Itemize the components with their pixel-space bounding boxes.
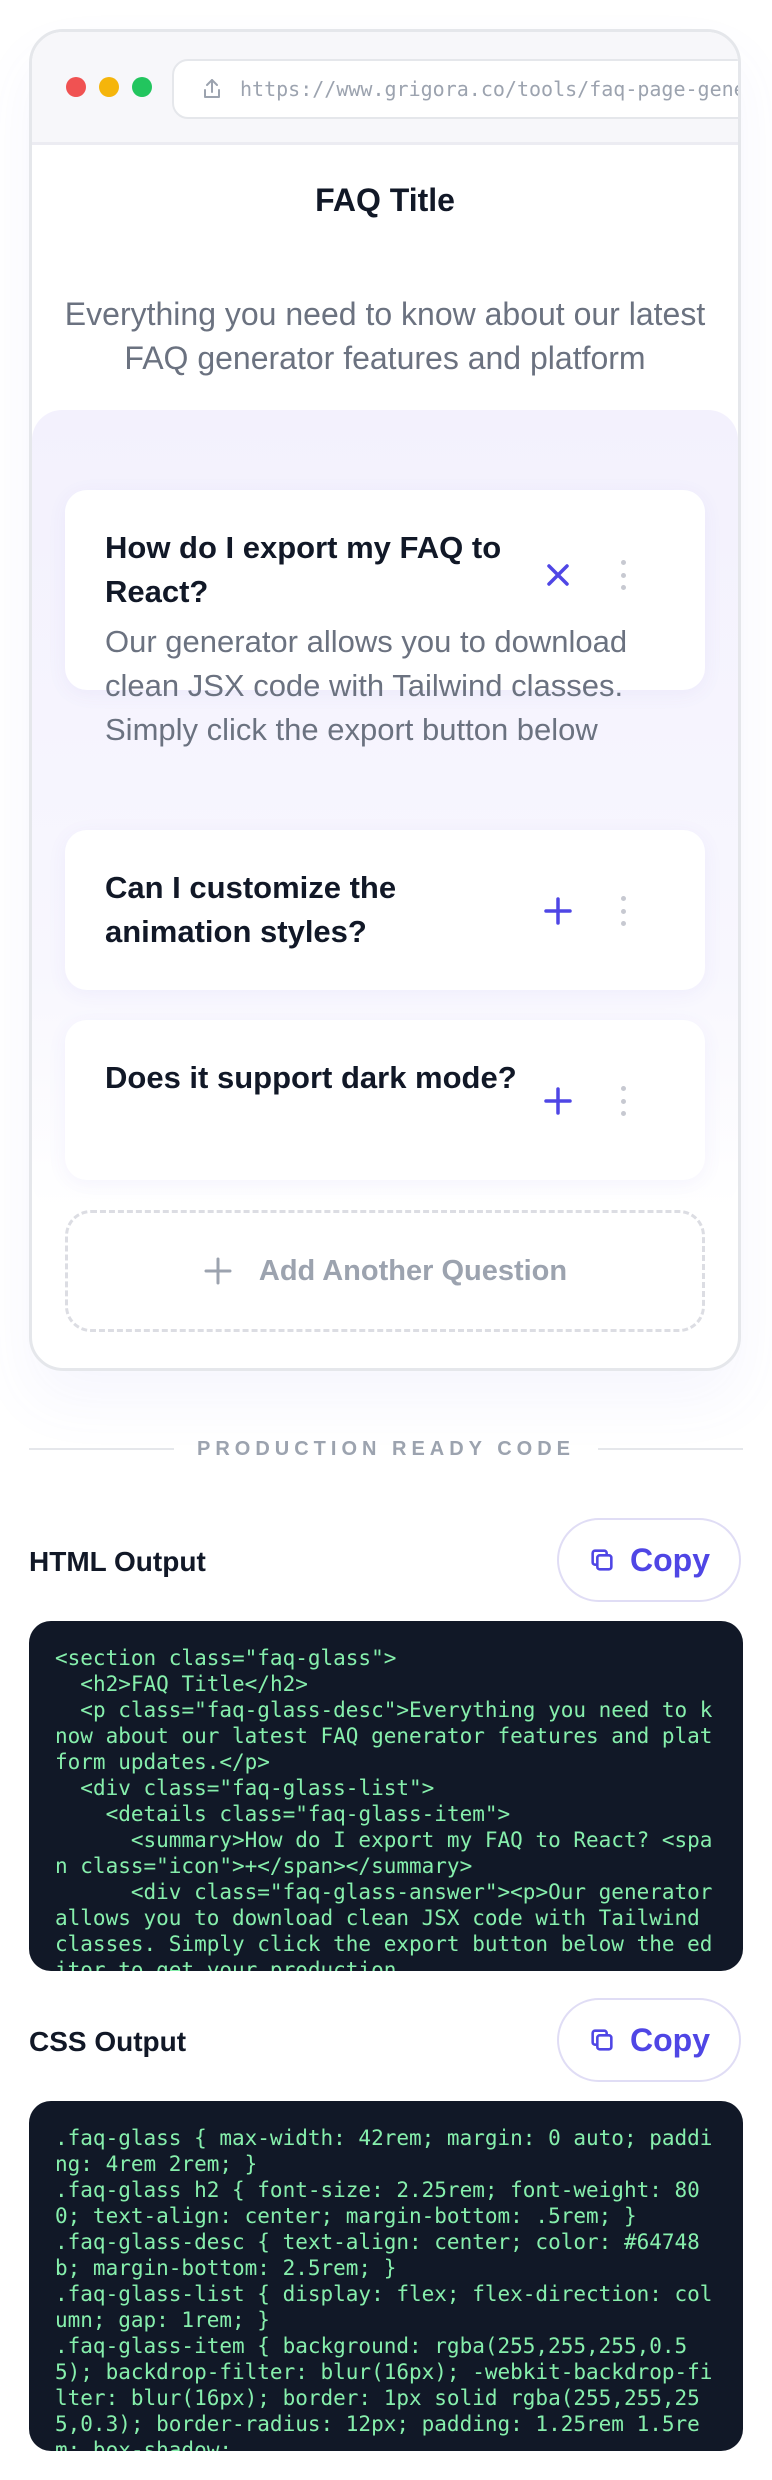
divider-label: PRODUCTION READY CODE bbox=[197, 1438, 575, 1460]
faq-question[interactable]: Does it support dark mode? bbox=[105, 1056, 525, 1100]
copy-label: Copy bbox=[630, 2021, 710, 2058]
address-bar[interactable]: https://www.grigora.co/tools/faq-page-ge… bbox=[172, 59, 738, 119]
copy-icon bbox=[591, 1549, 613, 1571]
faq-title: FAQ Title bbox=[315, 182, 455, 218]
window-maximize-dot[interactable] bbox=[132, 77, 152, 97]
copy-label: Copy bbox=[630, 1541, 710, 1578]
faq-list: How do I export my FAQ to React? Our gen… bbox=[32, 410, 738, 1210]
css-code: .faq-glass { max-width: 42rem; margin: 0… bbox=[55, 2126, 713, 2451]
copy-css-button[interactable]: Copy bbox=[557, 1998, 741, 2082]
css-code-block[interactable]: .faq-glass { max-width: 42rem; margin: 0… bbox=[29, 2101, 743, 2451]
html-code-block[interactable]: <section class="faq-glass"> <h2>FAQ Titl… bbox=[29, 1621, 743, 1971]
plus-icon[interactable] bbox=[541, 1084, 575, 1118]
section-divider: PRODUCTION READY CODE bbox=[29, 1438, 743, 1460]
more-options-icon[interactable] bbox=[619, 896, 627, 926]
html-code: <section class="faq-glass"> <h2>FAQ Titl… bbox=[55, 1646, 713, 1971]
faq-description: Everything you need to know about our la… bbox=[64, 296, 706, 376]
browser-window: https://www.grigora.co/tools/faq-page-ge… bbox=[29, 29, 741, 1371]
faq-item[interactable]: Does it support dark mode? bbox=[65, 1020, 705, 1180]
faq-item[interactable]: How do I export my FAQ to React? Our gen… bbox=[65, 490, 705, 747]
more-options-icon[interactable] bbox=[619, 1086, 627, 1116]
browser-chrome: https://www.grigora.co/tools/faq-page-ge… bbox=[32, 32, 738, 145]
add-question-button[interactable]: Add Another Question bbox=[65, 1210, 705, 1332]
window-close-dot[interactable] bbox=[66, 77, 86, 97]
copy-html-button[interactable]: Copy bbox=[557, 1518, 741, 1602]
faq-question[interactable]: How do I export my FAQ to React? bbox=[105, 526, 525, 614]
copy-icon bbox=[591, 2029, 613, 2051]
add-question-label: Add Another Question bbox=[258, 1254, 568, 1287]
faq-item[interactable]: Can I customize the animation styles? bbox=[65, 830, 705, 990]
plus-icon[interactable] bbox=[541, 894, 575, 928]
share-icon bbox=[204, 79, 220, 98]
more-options-icon[interactable] bbox=[619, 560, 627, 590]
window-minimize-dot[interactable] bbox=[99, 77, 119, 97]
close-icon[interactable] bbox=[541, 558, 575, 592]
plus-icon bbox=[204, 1257, 232, 1285]
css-output-title: CSS Output bbox=[29, 2026, 187, 2057]
html-output-title: HTML Output bbox=[29, 1546, 206, 1577]
faq-answer: Our generator allows you to download cle… bbox=[105, 624, 628, 747]
faq-question[interactable]: Can I customize the animation styles? bbox=[105, 866, 525, 954]
address-url: https://www.grigora.co/tools/faq-page-ge… bbox=[240, 77, 738, 101]
